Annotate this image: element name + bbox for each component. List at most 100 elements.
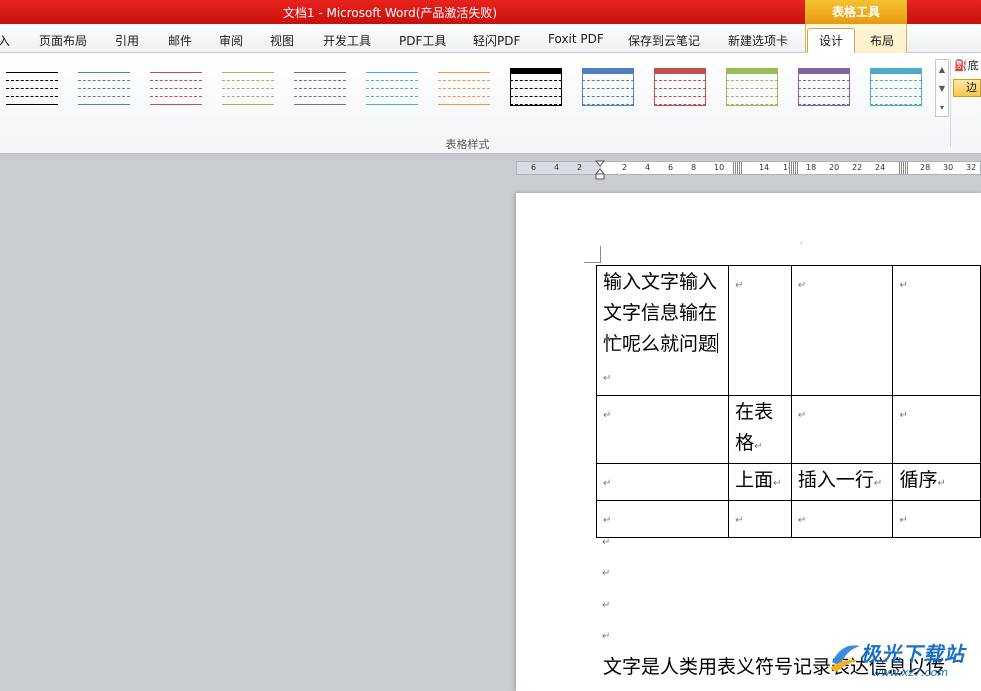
horizontal-ruler[interactable]: 642246810141618202224283032 [516,161,981,175]
ruler-tick-label: 6 [531,163,537,172]
table-style-thumbnail[interactable] [292,66,348,108]
style-row-line [222,80,274,81]
table-cell[interactable]: 输入文字输入文字信息输在忙呢么就问题 ↵ [595,265,730,396]
tab-14[interactable]: 布局 [870,32,894,49]
tab-3[interactable]: 引用 [115,32,139,49]
cell-text: 循序 [899,469,938,491]
table-cell[interactable]: 在表格↵ [728,395,792,464]
paragraph-mark: ↵ [937,478,946,489]
site-watermark: 极光下载站 www.xz7.com [828,636,981,686]
style-row-line [6,96,58,97]
table-style-thumbnail[interactable] [436,66,492,108]
paragraph-mark: ↵ [899,515,908,526]
gallery-scroll[interactable]: ▲ ▼ ▾ [935,59,949,117]
tab-12[interactable]: 新建选项卡 [728,32,788,49]
table-cell[interactable]: 循序↵ [892,463,981,501]
paragraph-mark: ↵ [735,515,744,526]
style-row-line [6,88,58,89]
style-row-line [870,96,922,97]
gallery-more-icon[interactable]: ▾ [936,98,948,117]
style-row-line [726,80,778,81]
table-style-thumbnail[interactable] [868,66,924,108]
table-cell[interactable]: 插入一行↵ [790,463,894,501]
table-cell[interactable]: ↵ [892,500,981,538]
shading-button[interactable]: ⛽底 [954,57,981,75]
table-cell[interactable]: ↵ [892,265,981,396]
style-row-line [726,72,778,73]
table-cell[interactable]: ↵ [790,395,894,464]
paragraph-mark: ↵ [603,515,612,526]
paragraph-mark: ↵ [602,537,611,548]
style-row-line [870,72,922,73]
tab-7[interactable]: 开发工具 [323,32,371,49]
style-row-line [510,104,562,105]
watermark-url: www.xz7.com [872,666,949,679]
style-row-line [726,88,778,89]
style-row-line [798,96,850,97]
style-row-line [726,96,778,97]
style-row-line [78,88,130,89]
cell-text: 上面 [735,469,774,491]
tab-8[interactable]: PDF工具 [399,32,446,49]
tab-6[interactable]: 视图 [270,32,294,49]
table-cell[interactable]: ↵ [790,265,894,396]
ruler-tick-label: 28 [920,163,931,172]
table-style-thumbnail[interactable] [580,66,636,108]
borders-button[interactable]: 边 [953,79,981,97]
ruler-column-marker[interactable] [789,162,799,174]
gallery-up-arrow-icon[interactable]: ▲ [936,60,948,79]
style-row-line [6,72,58,73]
table-style-thumbnail[interactable] [220,66,276,108]
tab-13[interactable]: 设计 [819,32,843,49]
table-cell[interactable]: 上面↵ [728,463,792,501]
indent-marker-icon[interactable] [595,160,605,180]
ruler-tick-label: 20 [829,163,840,172]
table-cell[interactable]: ↵ [595,463,730,501]
table-style-thumbnail[interactable] [508,66,564,108]
tab-10[interactable]: Foxit PDF [548,32,604,46]
table-style-thumbnail[interactable] [148,66,204,108]
style-border [582,68,634,106]
table-cell[interactable]: ↵ [892,395,981,464]
table-cell[interactable]: ↵ [595,500,730,538]
table-cell[interactable]: ↵ [728,265,792,396]
table-style-thumbnail[interactable] [76,66,132,108]
cell-text: 插入一行 [797,469,874,491]
ruler-tick-label: 8 [691,163,697,172]
table-cell[interactable]: ↵ [728,500,792,538]
watermark-text: 极光下载站 [860,642,965,666]
style-row-line [78,80,130,81]
paragraph-mark: ↵ [602,568,611,579]
table-style-thumbnail[interactable] [796,66,852,108]
table-tools-context-header: 表格工具 [805,0,907,24]
table-style-thumbnail[interactable] [364,66,420,108]
paragraph-mark: ↵ [797,410,807,421]
paragraph-mark: ↵ [773,478,782,489]
tab-1[interactable]: 入 [0,32,10,49]
table-style-thumbnail[interactable] [4,66,60,108]
style-border [726,68,778,106]
window-title: 文档1 - Microsoft Word(产品激活失败) [282,6,498,20]
style-row-line [78,96,130,97]
style-row-line [294,104,346,105]
ruler-column-marker[interactable] [899,162,909,174]
table-cell[interactable]: ↵ [595,395,730,464]
tab-4[interactable]: 邮件 [168,32,192,49]
table-styles-group-label: 表格样式 [445,138,490,151]
document-table[interactable]: 输入文字输入文字信息输在忙呢么就问题 ↵ ↵ ↵ ↵ ↵ 在表格↵ ↵ ↵ ↵ 上… [595,265,981,538]
ruler-column-marker[interactable] [733,162,743,174]
gallery-down-arrow-icon[interactable]: ▼ [936,79,948,98]
ruler-tick-label: 32 [966,163,977,172]
table-style-thumbnail[interactable] [724,66,780,108]
style-row-line [870,104,922,105]
tab-5[interactable]: 审阅 [219,32,243,49]
paragraph-mark: ↵ [603,373,612,384]
tab-9[interactable]: 轻闪PDF [473,32,520,49]
ruler-tick-label: 30 [943,163,954,172]
style-row-line [798,104,850,105]
table-style-thumbnail[interactable] [652,66,708,108]
table-cell[interactable]: ↵ [790,500,894,538]
style-row-line [654,72,706,73]
tab-2[interactable]: 页面布局 [39,32,87,49]
tab-11[interactable]: 保存到云笔记 [628,32,700,49]
